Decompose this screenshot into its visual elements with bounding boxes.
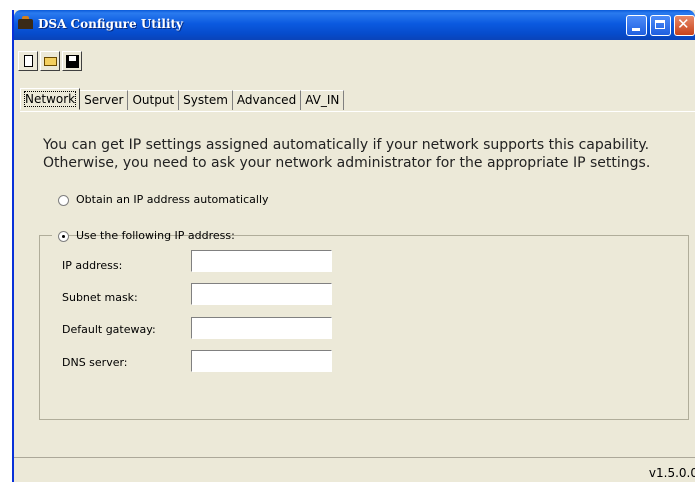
new-button[interactable]	[18, 51, 38, 71]
default-gateway-label: Default gateway:	[62, 323, 156, 336]
tab-server[interactable]: Server	[80, 90, 129, 110]
maximize-button[interactable]	[650, 15, 671, 36]
ip-address-field[interactable]	[191, 250, 332, 272]
ip-address-label: IP address:	[62, 259, 123, 272]
default-gateway-field[interactable]	[191, 317, 332, 339]
minimize-icon	[632, 28, 640, 31]
tab-output[interactable]: Output	[128, 90, 180, 110]
title-bar[interactable]: DSA Configure Utility ✕	[14, 10, 695, 40]
version-label: v1.5.0.0	[648, 466, 695, 480]
save-disk-icon	[66, 55, 79, 68]
open-button[interactable]	[40, 51, 60, 71]
new-document-icon	[24, 55, 33, 67]
toolbar	[14, 46, 695, 74]
group-legend: Use the following IP address:	[52, 227, 235, 245]
tab-strip: Network Server Output System Advanced AV…	[20, 88, 345, 110]
tab-label: Network	[23, 91, 77, 107]
minimize-button[interactable]	[626, 15, 647, 36]
save-button[interactable]	[62, 51, 82, 71]
description-line-1: You can get IP settings assigned automat…	[43, 137, 650, 153]
radio-use-following[interactable]	[58, 231, 69, 242]
dns-server-label: DNS server:	[62, 356, 128, 369]
description-line-2: Otherwise, you need to ask your network …	[43, 155, 651, 171]
tab-divider	[20, 111, 695, 112]
tab-system[interactable]: System	[179, 90, 233, 110]
window-title: DSA Configure Utility	[38, 17, 184, 31]
tab-advanced[interactable]: Advanced	[232, 90, 302, 110]
subnet-mask-field[interactable]	[191, 283, 332, 305]
radio-obtain-auto[interactable]	[58, 195, 69, 206]
network-description: You can get IP settings assigned automat…	[43, 136, 650, 172]
tab-av-in[interactable]: AV_IN	[301, 90, 345, 110]
radio-obtain-auto-label[interactable]: Obtain an IP address automatically	[76, 193, 269, 206]
subnet-mask-label: Subnet mask:	[62, 291, 138, 304]
app-folder-icon	[18, 16, 33, 29]
app-window: DSA Configure Utility ✕ Network Server O…	[12, 10, 695, 482]
close-icon: ✕	[677, 15, 690, 33]
close-button[interactable]: ✕	[674, 15, 695, 36]
dns-server-field[interactable]	[191, 350, 332, 372]
radio-use-following-label[interactable]: Use the following IP address:	[76, 229, 235, 242]
tab-network[interactable]: Network	[20, 88, 81, 110]
status-bar: v1.5.0.0	[14, 457, 695, 483]
maximize-icon	[655, 20, 665, 29]
open-folder-icon	[44, 57, 57, 66]
